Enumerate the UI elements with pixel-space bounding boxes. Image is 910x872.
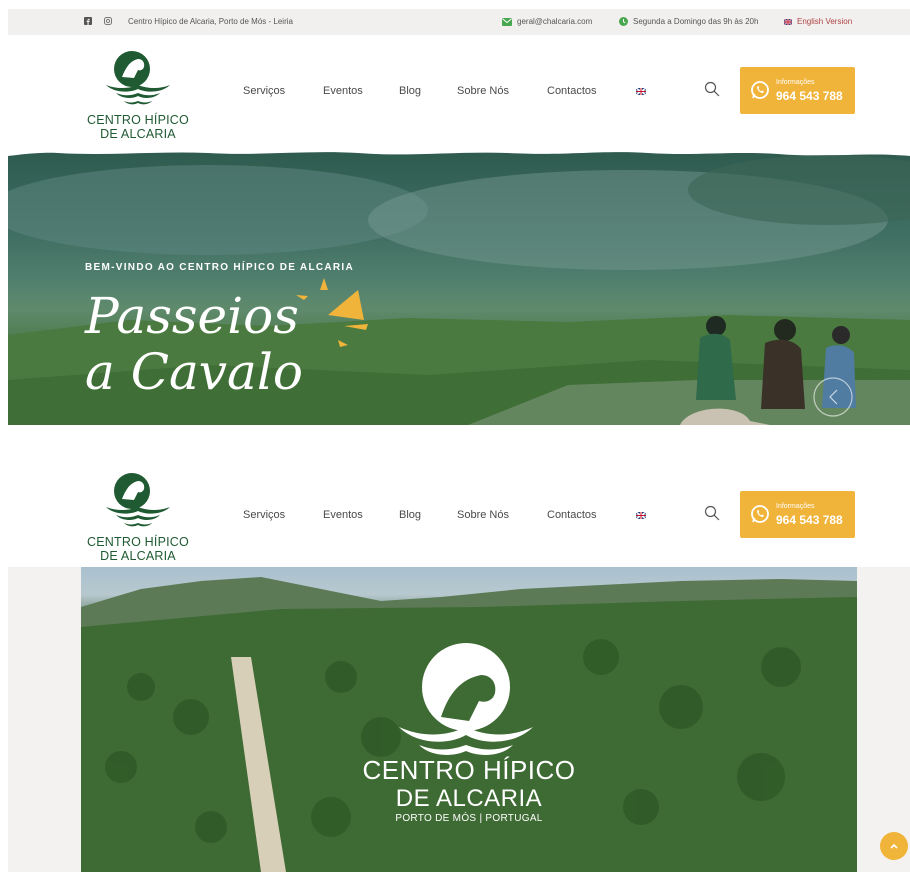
search-icon[interactable] [704,81,720,97]
email-icon [502,17,512,26]
hero-banner: BEM-VINDO AO CENTRO HÍPICO DE ALCARIA Pa… [8,150,910,425]
address-text: Centro Hípico de Alcaria, Porto de Mós -… [128,17,293,26]
hero-tagline: BEM-VINDO AO CENTRO HÍPICO DE ALCARIA [85,262,355,273]
whatsapp-icon [751,505,769,523]
brand-line-1: CENTRO HÍPICO [362,755,576,785]
horse-logo-icon [106,51,170,105]
logo-line-1: CENTRO HÍPICO [87,535,189,549]
clock-icon [619,17,628,26]
instagram-icon[interactable] [104,17,112,25]
nav-contactos[interactable]: Contactos [547,509,597,521]
nav-blog[interactable]: Blog [399,85,421,97]
top-info-bar: Centro Hípico de Alcaria, Porto de Mós -… [8,9,910,35]
site-logo[interactable]: CENTRO HÍPICO DE ALCARIA [86,47,190,143]
email-link[interactable]: geral@chalcaria.com [502,17,592,26]
horse-logo-icon [106,473,170,527]
brand-line-2: DE ALCARIA [395,785,543,812]
uk-flag-icon[interactable] [636,512,646,519]
cta-phone: 964 543 788 [776,89,843,103]
logo-line-2: DE ALCARIA [100,127,176,141]
nav-sobre-nos[interactable]: Sobre Nós [457,509,509,521]
nav-servicos[interactable]: Serviços [243,85,285,97]
whatsapp-icon [751,81,769,99]
site-header: CENTRO HÍPICO DE ALCARIA Serviços Evento… [8,35,910,155]
whatsapp-info-button[interactable]: Informações 964 543 788 [740,491,855,538]
hero-title: Passeios a Cavalo [85,288,303,400]
nav-servicos[interactable]: Serviços [243,509,285,521]
email-text: geral@chalcaria.com [517,17,593,26]
chevron-up-icon [890,843,898,849]
nav-eventos[interactable]: Eventos [323,509,363,521]
language-switch[interactable]: English Version [784,17,852,26]
aerial-landscape-image [81,577,857,872]
logo-line-2: DE ALCARIA [100,549,176,563]
cta-phone: 964 543 788 [776,513,843,527]
hours-info: Segunda a Domingo das 9h às 20h [619,17,758,26]
logo-line-1: CENTRO HÍPICO [87,113,189,127]
nav-sobre-nos[interactable]: Sobre Nós [457,85,509,97]
language-label: English Version [797,17,853,26]
hero-title-line-1: Passeios [85,287,299,345]
nav-blog[interactable]: Blog [399,509,421,521]
brand-subtitle: PORTO DE MÓS | PORTUGAL [395,813,543,824]
search-icon[interactable] [704,505,720,521]
aerial-image: CENTRO HÍPICO DE ALCARIA PORTO DE MÓS | … [81,567,857,872]
whatsapp-info-button[interactable]: Informações 964 543 788 [740,67,855,114]
facebook-icon[interactable] [84,17,92,25]
uk-flag-icon[interactable] [636,88,646,95]
uk-flag-icon [784,18,792,25]
cta-label: Informações [776,503,815,510]
scroll-to-top-button[interactable] [880,832,908,860]
sticky-header: CENTRO HÍPICO DE ALCARIA Serviços Evento… [8,459,910,567]
nav-eventos[interactable]: Eventos [323,85,363,97]
nav-contactos[interactable]: Contactos [547,85,597,97]
intro-section: CENTRO HÍPICO DE ALCARIA PORTO DE MÓS | … [8,567,910,872]
cta-label: Informações [776,79,815,86]
site-logo[interactable]: CENTRO HÍPICO DE ALCARIA [86,469,190,565]
hero-title-line-2: a Cavalo [85,343,303,401]
hours-text: Segunda a Domingo das 9h às 20h [633,17,759,26]
